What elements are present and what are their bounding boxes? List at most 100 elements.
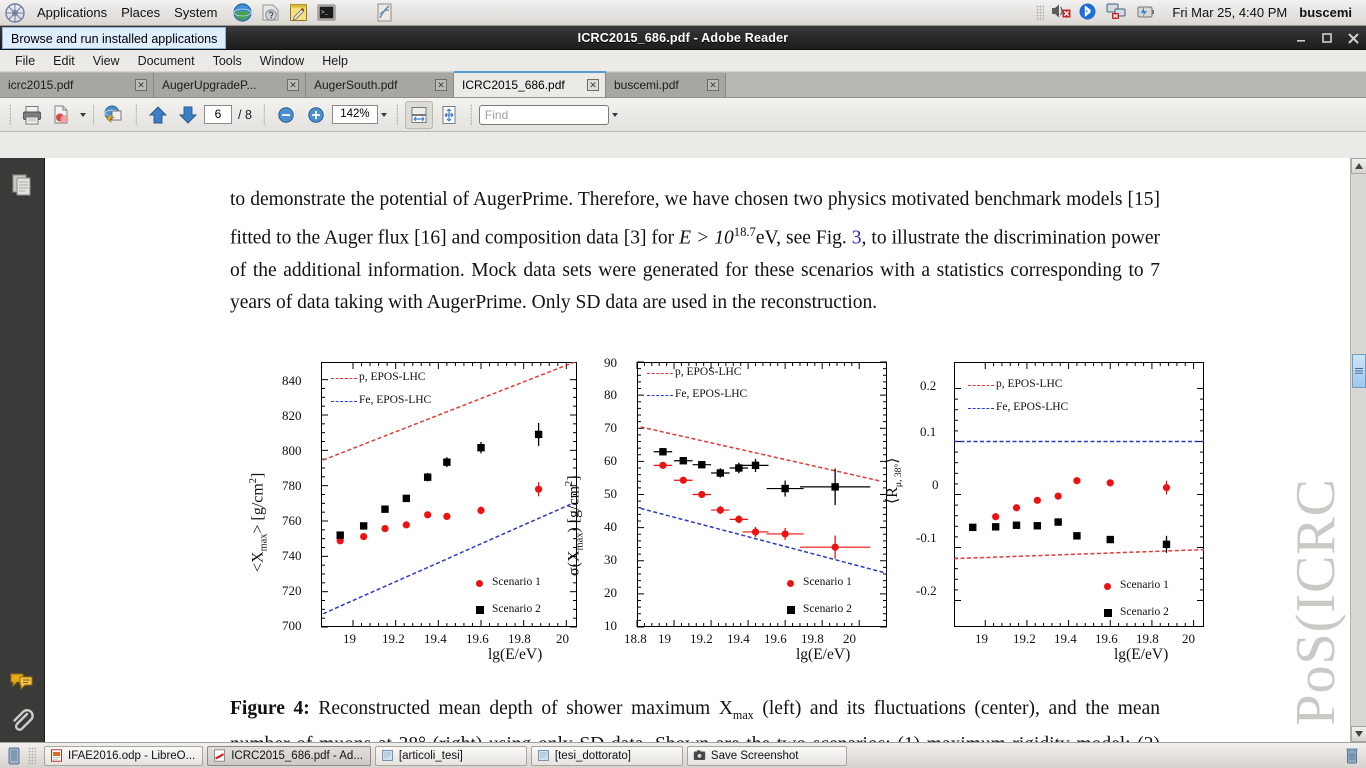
paragraph-line-1: to demonstrate the potential of AugerPri… [230,189,970,210]
help-browser-icon[interactable] [260,2,284,24]
tab-augerupgrade[interactable]: AugerUpgradeP... ✕ [154,73,306,97]
bottom-taskbar: IFAE2016.odp - LibreO... ICRC2015_686.pd… [0,742,1366,768]
tab-close-icon[interactable]: ✕ [287,79,299,91]
terminal-icon[interactable]: >_ [316,2,340,24]
folder-icon [537,749,550,762]
arrow-up-icon[interactable] [144,101,172,129]
pdf-page[interactable]: to demonstrate the potential of AugerPri… [46,158,1350,742]
tab-close-icon[interactable]: ✕ [707,79,719,91]
clock[interactable]: Fri Mar 25, 4:40 PM [1160,5,1299,20]
caption-part-1: Reconstructed mean depth of shower maxim… [309,698,733,719]
zoom-level-input[interactable]: 142% [331,105,378,124]
tab-close-icon[interactable]: ✕ [435,79,447,91]
web-browser-icon[interactable] [232,2,256,24]
paperclip-icon[interactable] [9,708,35,734]
find-input[interactable]: Find [478,104,609,125]
taskbar-item-save-screenshot[interactable]: Save Screenshot [686,745,847,766]
find-dropdown-icon[interactable] [611,103,620,127]
close-icon[interactable] [1347,32,1360,45]
tab-label: AugerSouth.pdf [314,78,398,92]
adobe-reader-window: ICRC2015_686.pdf - Adobe Reader File Edi… [0,26,1366,742]
email-document-icon[interactable] [48,101,76,129]
taskbar-item-articoli-tesi[interactable]: [articoli_tesi] [374,745,527,766]
taskbar-item-label: ICRC2015_686.pdf - Ad... [231,749,363,762]
zoom-dropdown-icon[interactable] [380,103,389,127]
figure-caption: Figure 4: Reconstructed mean depth of sh… [230,694,1160,742]
body-paragraph: to demonstrate the potential of AugerPri… [230,184,1160,319]
energy-unit: eV, [755,227,781,249]
menu-applications[interactable]: Applications [30,2,114,24]
scroll-up-button[interactable] [1351,158,1366,174]
gnome-top-panel: Applications Places System >_ Fri Mar 25… [0,0,1366,26]
tab-buscemi[interactable]: buscemi.pdf ✕ [606,73,726,97]
zoom-out-icon[interactable] [272,101,300,129]
chart-xmax-mean: <Xmax> [g/cm2] 700 720 740 760 780 800 8… [226,354,577,663]
scrollbar-thumb[interactable] [1352,354,1366,388]
chart3-xtick: 20 [1182,631,1195,646]
acrobat-icon [213,749,226,762]
chart2-xtick: 20 [843,631,856,646]
bluetooth-icon[interactable] [1078,2,1102,24]
document-area: to demonstrate the potential of AugerPri… [0,158,1366,742]
figure-4: <Xmax> [g/cm2] 700 720 740 760 780 800 8… [226,354,1204,663]
network-disconnected-icon[interactable] [1106,2,1130,24]
chart-xmax-sigma: σ(Xmax) [g/cm2] 10 20 30 40 50 60 70 80 … [542,354,887,663]
minimize-icon[interactable] [1295,32,1307,44]
trash-icon[interactable] [1342,746,1362,766]
arrow-down-icon[interactable] [174,101,202,129]
menu-window[interactable]: Window [251,52,313,70]
applications-tooltip: Browse and run installed applications [2,27,227,49]
taskbar-item-label: [tesi_dottorato] [554,749,631,762]
figure-reference-link[interactable]: 3 [852,228,862,249]
paragraph-line-6: AugerPrime. Only SD data are used in the… [426,291,878,313]
taskbar-item-libreoffice[interactable]: IFAE2016.odp - LibreO... [44,745,204,766]
tab-augersouth[interactable]: AugerSouth.pdf ✕ [306,73,454,97]
chart-muon-number: ⟨Rμ, 38°⟩ -0.2 -0.1 0 0.1 0.2 19 19.2 19… [856,354,1204,663]
menu-view[interactable]: View [84,52,129,70]
fit-page-icon[interactable] [435,101,463,129]
taskbar-item-label: Save Screenshot [710,749,799,762]
caption-subscript: max [732,707,754,722]
chart3-canvas [954,362,1204,627]
caption-label: Figure 4: [230,698,310,719]
show-desktop-icon[interactable] [4,746,24,766]
menu-document[interactable]: Document [129,52,204,70]
tab-close-icon[interactable]: ✕ [587,79,599,91]
tab-icrc2015[interactable]: icrc2015.pdf ✕ [0,73,154,97]
email-dropdown-icon[interactable] [78,103,87,127]
menu-places[interactable]: Places [114,2,167,24]
chart2-canvas [636,361,887,628]
folder-icon [381,749,394,762]
user-menu[interactable]: buscemi [1299,5,1358,20]
menu-help[interactable]: Help [313,52,357,70]
fit-width-icon[interactable] [404,100,433,129]
menu-file[interactable]: File [6,52,44,70]
screenshot-icon[interactable] [374,2,398,24]
text-editor-icon[interactable] [288,2,312,24]
page-number-input[interactable]: 6 [204,105,232,124]
pages-panel-icon[interactable] [9,172,35,198]
battery-icon[interactable] [1134,2,1158,24]
svg-text:>_: >_ [321,9,329,16]
taskbar-item-label: IFAE2016.odp - LibreO... [68,749,196,762]
paragraph-line-3: see Fig. [786,227,852,249]
save-as-web-icon[interactable] [100,101,128,129]
tab-icrc2015-686[interactable]: ICRC2015_686.pdf ✕ [454,71,606,97]
menu-edit[interactable]: Edit [44,52,84,70]
energy-expression: E > 10 [679,227,734,249]
tab-label: buscemi.pdf [614,78,679,92]
taskbar-item-adobe-reader[interactable]: ICRC2015_686.pdf - Ad... [207,745,371,766]
zoom-in-icon[interactable] [302,101,330,129]
main-toolbar: 6 / 8 142% Find [0,98,1366,132]
taskbar-item-tesi-dottorato[interactable]: [tesi_dottorato] [530,745,683,766]
menu-system[interactable]: System [167,2,224,24]
comments-icon[interactable] [9,670,35,696]
print-icon[interactable] [18,101,46,129]
scroll-down-button[interactable] [1351,726,1366,742]
tab-close-icon[interactable]: ✕ [135,79,147,91]
maximize-icon[interactable] [1321,32,1333,44]
menu-tools[interactable]: Tools [204,52,251,70]
volume-muted-icon[interactable] [1050,2,1074,24]
vertical-scrollbar[interactable] [1350,158,1366,742]
gnome-foot-icon[interactable] [4,2,28,24]
